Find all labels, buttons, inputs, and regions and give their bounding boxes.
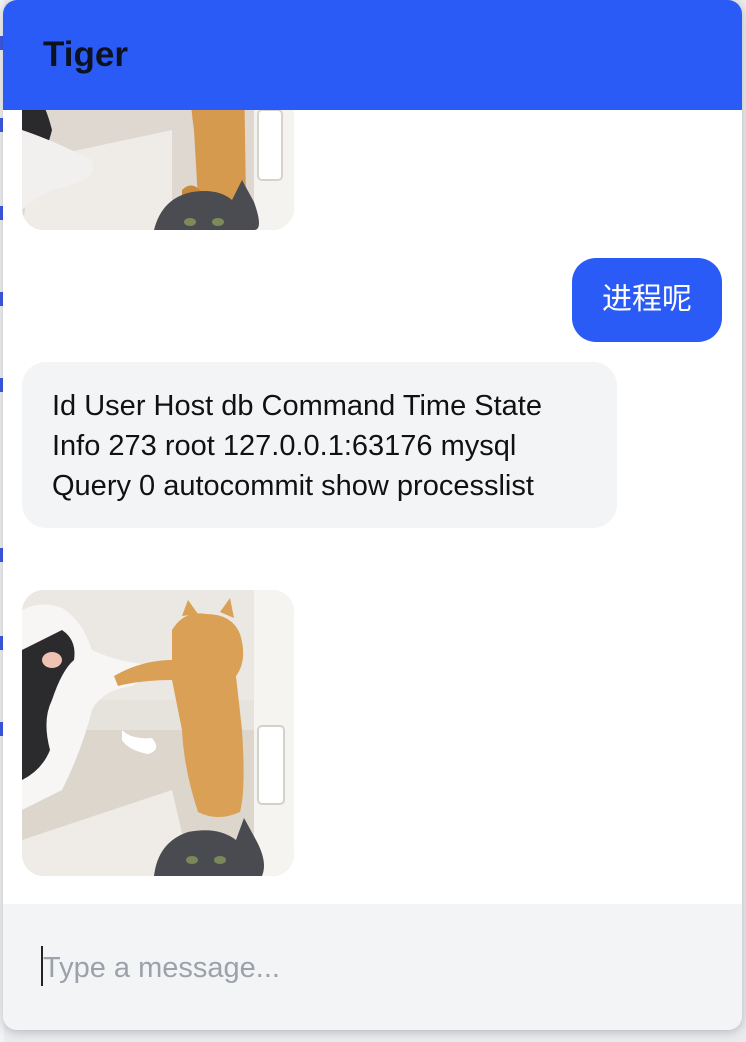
image-message[interactable] — [22, 110, 294, 230]
user-message-bubble[interactable]: 进程呢 — [572, 258, 722, 342]
bot-message-bubble[interactable]: Id User Host db Command Time State Info … — [22, 362, 617, 528]
cat-fight-image — [22, 110, 294, 230]
chat-header: Tiger — [3, 0, 742, 110]
image-message[interactable] — [22, 590, 294, 876]
chat-window: Tiger 进程呢 Id User Host db Command Time S… — [3, 0, 742, 1030]
message-list[interactable]: 进程呢 Id User Host db Command Time State I… — [3, 110, 742, 904]
cat-fight-image — [22, 590, 294, 876]
message-input[interactable] — [43, 940, 703, 996]
chat-title: Tiger — [43, 35, 128, 74]
